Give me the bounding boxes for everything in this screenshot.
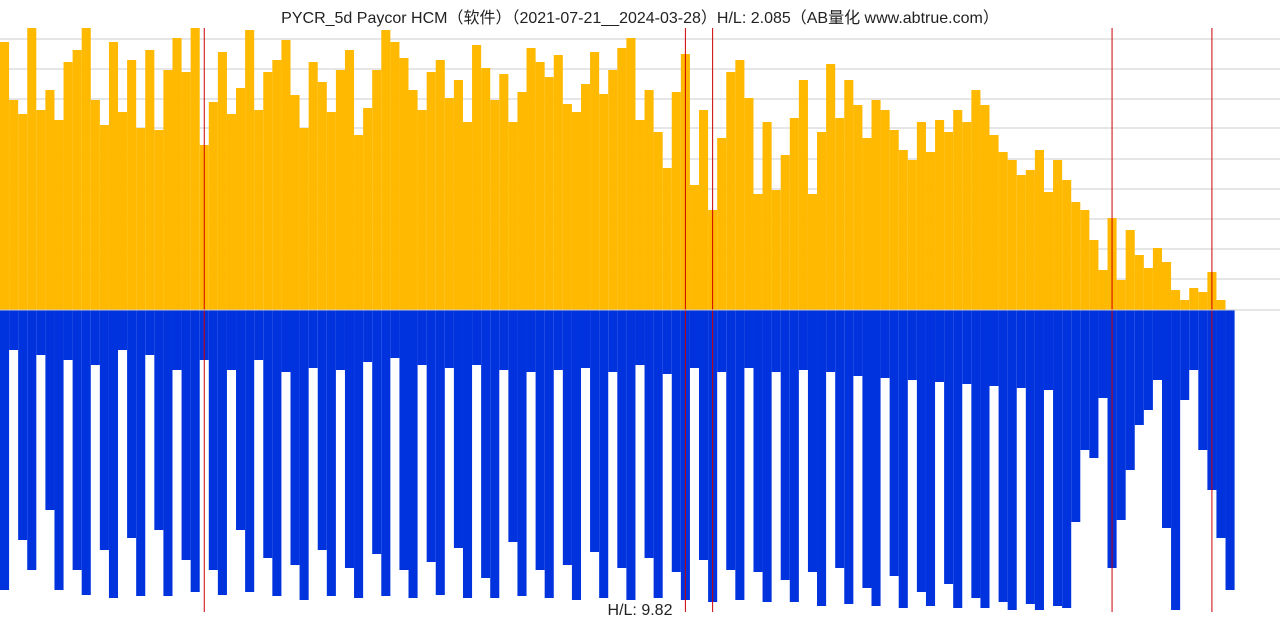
bottom-label: H/L: 9.82 bbox=[0, 602, 1280, 620]
chart-canvas bbox=[0, 0, 1280, 620]
